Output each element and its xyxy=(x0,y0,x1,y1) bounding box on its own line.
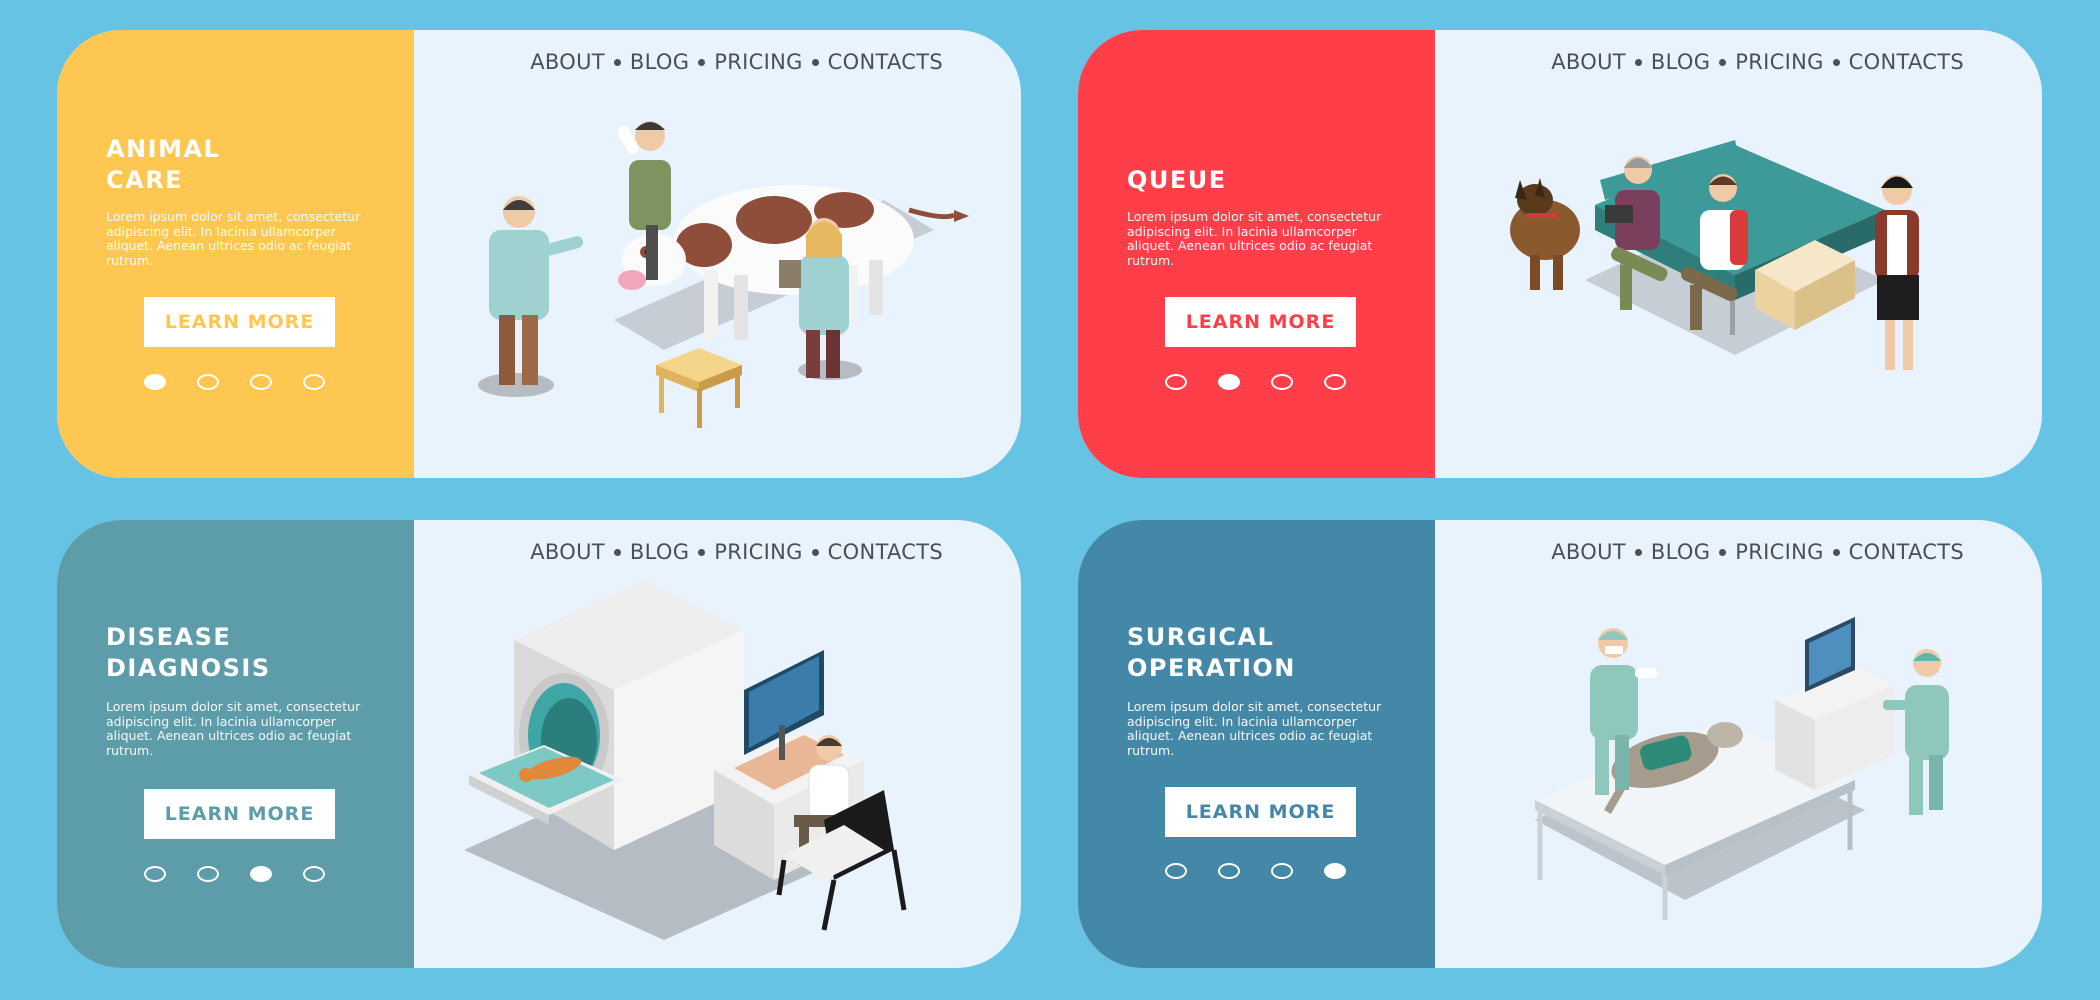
banner-side-panel: SURGICAL OPERATION Lorem ipsum dolor sit… xyxy=(1078,520,1435,968)
slider-dot-3[interactable] xyxy=(1271,863,1293,879)
banner-disease-diagnosis: DISEASE DIAGNOSIS Lorem ipsum dolor sit … xyxy=(57,520,1021,968)
slider-dot-2[interactable] xyxy=(1218,863,1240,879)
banner-surgical-operation: SURGICAL OPERATION Lorem ipsum dolor sit… xyxy=(1078,520,2042,968)
slider-dot-2[interactable] xyxy=(197,866,219,882)
surgery-illustration xyxy=(1535,617,1949,920)
slider-dot-4[interactable] xyxy=(303,374,325,390)
banner-side-panel: QUEUE Lorem ipsum dolor sit amet, consec… xyxy=(1078,30,1435,478)
slider-dot-1[interactable] xyxy=(144,374,166,390)
slider-dots xyxy=(1165,863,1346,879)
banner-main: ABOUT BLOG PRICING CONTACTS xyxy=(414,30,1021,478)
banner-title: DISEASE DIAGNOSIS xyxy=(106,623,271,682)
banner-title: QUEUE xyxy=(1127,166,1227,194)
banner-main: ABOUT BLOG PRICING CONTACTS xyxy=(1435,30,2042,478)
learn-more-button[interactable]: LEARN MORE xyxy=(1165,297,1356,347)
banner-side-panel: ANIMAL CARE Lorem ipsum dolor sit amet, … xyxy=(57,30,414,478)
slider-dots xyxy=(1165,374,1346,390)
slider-dot-2[interactable] xyxy=(197,374,219,390)
mri-scan-illustration xyxy=(464,580,907,940)
banner-side-panel: DISEASE DIAGNOSIS Lorem ipsum dolor sit … xyxy=(57,520,414,968)
banner-title: ANIMAL CARE xyxy=(106,135,221,194)
slider-dot-1[interactable] xyxy=(144,866,166,882)
banner-description: Lorem ipsum dolor sit amet, consectetur … xyxy=(106,699,361,758)
banner-queue: QUEUE Lorem ipsum dolor sit amet, consec… xyxy=(1078,30,2042,478)
cow-exam-illustration xyxy=(478,121,969,428)
learn-more-button[interactable]: LEARN MORE xyxy=(144,789,335,839)
banner-animal-care: ANIMAL CARE Lorem ipsum dolor sit amet, … xyxy=(57,30,1021,478)
slider-dot-3[interactable] xyxy=(1271,374,1293,390)
slider-dot-1[interactable] xyxy=(1165,374,1187,390)
slider-dot-2[interactable] xyxy=(1218,374,1240,390)
slider-dot-3[interactable] xyxy=(250,866,272,882)
learn-more-button[interactable]: LEARN MORE xyxy=(1165,787,1356,837)
slider-dots xyxy=(144,374,325,390)
banner-description: Lorem ipsum dolor sit amet, consectetur … xyxy=(1127,209,1382,268)
banner-description: Lorem ipsum dolor sit amet, consectetur … xyxy=(1127,699,1382,758)
slider-dot-4[interactable] xyxy=(1324,374,1346,390)
banner-description: Lorem ipsum dolor sit amet, consectetur … xyxy=(106,209,361,268)
banner-main: ABOUT BLOG PRICING CONTACTS xyxy=(414,520,1021,968)
banner-main: ABOUT BLOG PRICING CONTACTS xyxy=(1435,520,2042,968)
learn-more-button[interactable]: LEARN MORE xyxy=(144,297,335,347)
waiting-room-illustration xyxy=(1510,140,1919,370)
slider-dot-1[interactable] xyxy=(1165,863,1187,879)
slider-dot-4[interactable] xyxy=(1324,863,1346,879)
slider-dot-4[interactable] xyxy=(303,866,325,882)
slider-dots xyxy=(144,866,325,882)
slider-dot-3[interactable] xyxy=(250,374,272,390)
banner-title: SURGICAL OPERATION xyxy=(1127,623,1296,682)
